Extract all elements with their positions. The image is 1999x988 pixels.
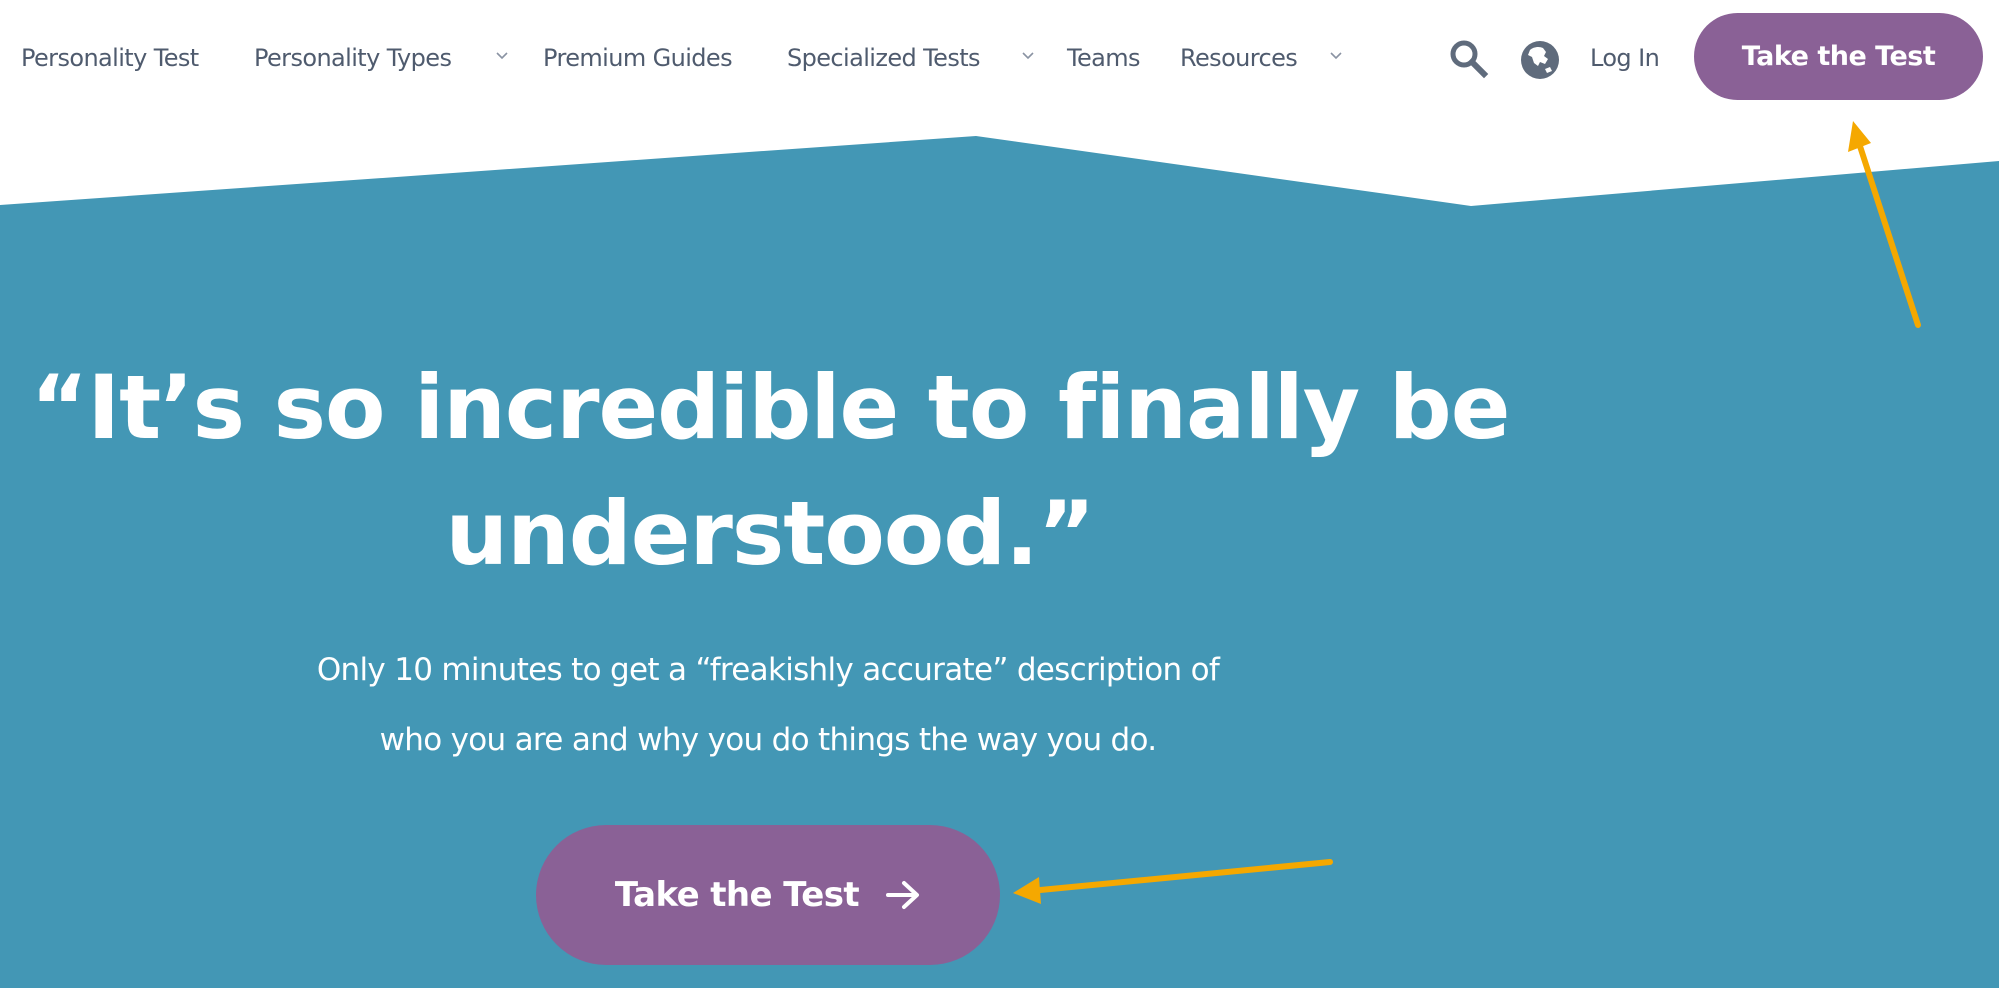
globe-icon[interactable]	[1519, 39, 1561, 81]
nav-resources[interactable]: Resources	[1180, 38, 1298, 78]
arrow-right-icon	[886, 881, 920, 909]
nav-personality-test[interactable]: Personality Test	[21, 38, 199, 78]
chevron-down-icon[interactable]	[1329, 51, 1343, 61]
chevron-down-icon[interactable]	[495, 51, 509, 61]
login-link[interactable]: Log In	[1590, 38, 1660, 78]
nav-personality-types[interactable]: Personality Types	[254, 38, 452, 78]
search-icon[interactable]	[1447, 38, 1489, 80]
hero-take-test-button[interactable]: Take the Test	[536, 825, 1000, 965]
hero-headline-line2: understood.”	[445, 482, 1096, 585]
hero-headline-line1: “It’s so incredible to finally be	[30, 356, 1511, 459]
nav-premium-guides[interactable]: Premium Guides	[543, 38, 733, 78]
chevron-down-icon[interactable]	[1021, 51, 1035, 61]
header-take-test-button[interactable]: Take the Test	[1694, 13, 1983, 100]
nav-specialized-tests[interactable]: Specialized Tests	[787, 38, 981, 78]
hero-subtext-line1: Only 10 minutes to get a “freakishly acc…	[316, 652, 1220, 688]
hero-subtext-line2: who you are and why you do things the wa…	[379, 722, 1158, 758]
nav-teams[interactable]: Teams	[1067, 38, 1141, 78]
hero-take-test-label: Take the Test	[614, 875, 860, 915]
